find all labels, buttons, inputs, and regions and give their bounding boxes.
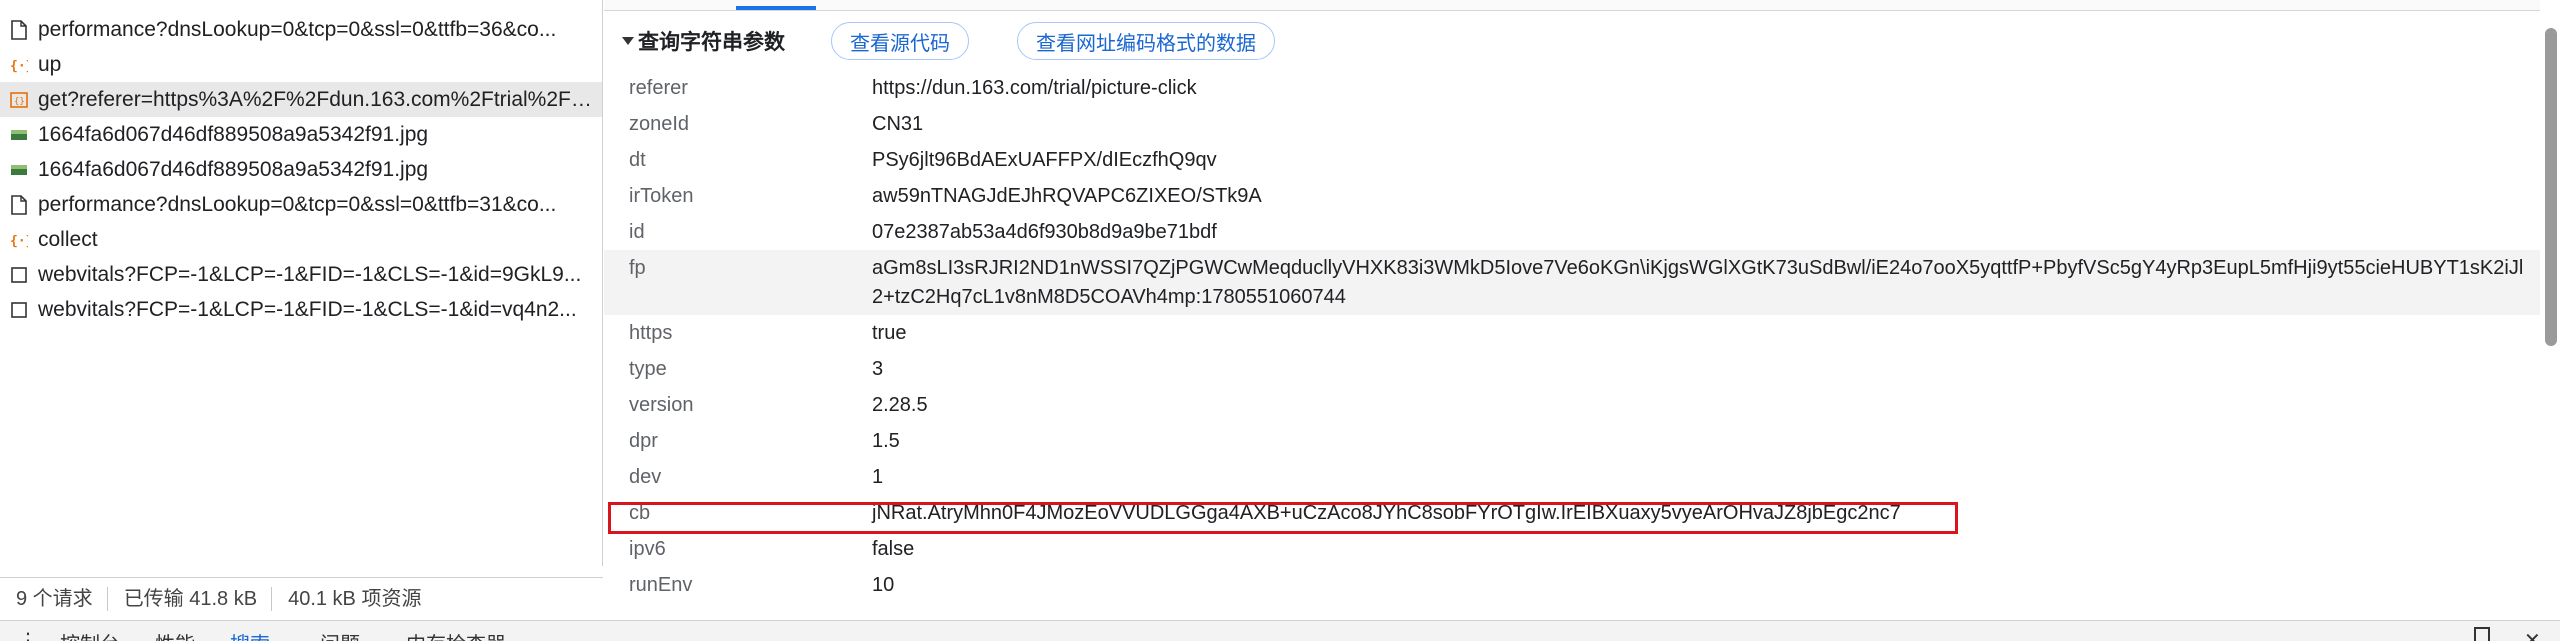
param-value[interactable]: PSy6jlt96BdAExUAFFPX/dIEczfhQ9qv (872, 146, 2544, 175)
param-row-ipv6: ipv6 false (604, 531, 2544, 567)
request-row[interactable]: performance?dnsLookup=0&tcp=0&ssl=0&ttfb… (0, 12, 602, 47)
drawer-tab-search[interactable]: 搜索 (230, 628, 270, 641)
svg-text:{}: {} (14, 97, 25, 107)
drawer-tab-bar: ⋮ 控制台 性能 搜索 问题 内存检查器 ✕ (0, 620, 2560, 641)
payload-pane: 查询字符串参数 查看源代码 查看网址编码格式的数据 referer https:/… (604, 0, 2544, 620)
param-key: type (629, 358, 667, 380)
svg-text:{·}: {·} (10, 234, 28, 249)
param-key: irToken (629, 185, 694, 207)
request-name: collect (38, 227, 98, 251)
param-value[interactable]: 07e2387ab53a4d6f930b8d9a9be71bdf (872, 218, 2544, 247)
request-count: 9 个请求 (0, 586, 108, 611)
param-key: dev (629, 466, 662, 488)
request-name: performance?dnsLookup=0&tcp=0&ssl=0&ttfb… (38, 192, 557, 216)
svg-text:{·}: {·} (10, 59, 28, 74)
param-value[interactable]: true (872, 319, 2544, 348)
param-key: cb (629, 502, 651, 524)
request-name: up (38, 52, 62, 76)
query-params-header: 查询字符串参数 查看源代码 查看网址编码格式的数据 (622, 20, 1275, 62)
param-row-runenv: runEnv 10 (604, 567, 2544, 603)
param-row-zoneid: zoneId CN31 (604, 106, 2544, 142)
param-row-type: type 3 (604, 351, 2544, 387)
request-list-pane: performance?dnsLookup=0&tcp=0&ssl=0&ttfb… (0, 0, 603, 619)
image-icon (10, 125, 28, 145)
param-row-cb: cb jNRat.AtryMhn0F4JMozEoVVUDLGGga4AXB+uC… (604, 495, 2544, 531)
view-url-encoded-button[interactable]: 查看网址编码格式的数据 (1017, 22, 1275, 60)
param-key: zoneId (629, 113, 690, 135)
collapse-triangle-icon (622, 37, 634, 45)
param-key: referer (629, 77, 688, 99)
detail-tabs-strip (604, 0, 2540, 11)
param-key: id (629, 221, 645, 243)
query-params-toggle[interactable]: 查询字符串参数 (622, 26, 785, 56)
param-row-referer: referer https://dun.163.com/trial/picture… (604, 70, 2544, 106)
active-tab-indicator (736, 6, 816, 10)
param-value[interactable]: aGm8sLI3sRJRI2ND1nWSSI7QZjPGWCwMeqduclly… (872, 254, 2544, 312)
param-row-dt: dt PSy6jlt96BdAExUAFFPX/dIEczfhQ9qv (604, 142, 2544, 178)
request-row[interactable]: webvitals?FCP=-1&LCP=-1&FID=-1&CLS=-1&id… (0, 292, 602, 327)
request-name: performance?dnsLookup=0&tcp=0&ssl=0&ttfb… (38, 17, 557, 41)
transferred-size: 已传输 41.8 kB (108, 586, 273, 611)
network-summary-bar: 9 个请求 已传输 41.8 kB 40.1 kB 项资源 (0, 577, 603, 619)
param-row-irtoken: irToken aw59nTNAGJdEJhRQVAPC6ZIXEO/STk9A (604, 178, 2544, 214)
ping-icon (10, 265, 28, 285)
request-name: webvitals?FCP=-1&LCP=-1&FID=-1&CLS=-1&id… (38, 297, 577, 321)
param-key: ipv6 (629, 538, 666, 560)
param-key: https (629, 322, 673, 344)
request-name: get?referer=https%3A%2F%2Fdun.163.com%2F… (38, 87, 598, 111)
request-list: performance?dnsLookup=0&tcp=0&ssl=0&ttfb… (0, 12, 602, 327)
param-value[interactable]: false (872, 535, 2544, 564)
request-row[interactable]: 1664fa6d067d46df889508a9a5342f91.jpg (0, 152, 602, 187)
param-value[interactable]: 2.28.5 (872, 391, 2544, 420)
param-value[interactable]: aw59nTNAGJdEJhRQVAPC6ZIXEO/STk9A (872, 182, 2544, 211)
document-icon (10, 19, 28, 40)
request-row[interactable]: {·} up (0, 47, 602, 82)
param-value[interactable]: jNRat.AtryMhn0F4JMozEoVVUDLGGga4AXB+uCzA… (872, 499, 2544, 528)
resources-size: 40.1 kB 项资源 (288, 587, 422, 610)
image-icon (10, 160, 28, 180)
query-params-title: 查询字符串参数 (638, 31, 785, 54)
request-name: webvitals?FCP=-1&LCP=-1&FID=-1&CLS=-1&id… (38, 262, 582, 286)
view-source-button[interactable]: 查看源代码 (831, 22, 969, 60)
param-key: version (629, 394, 694, 416)
script-icon: {·} (10, 55, 28, 75)
drawer-tab-issues[interactable]: 问题 (320, 628, 360, 641)
param-row-dpr: dpr 1.5 (604, 423, 2544, 459)
param-row-version: version 2.28.5 (604, 387, 2544, 423)
request-row[interactable]: performance?dnsLookup=0&tcp=0&ssl=0&ttfb… (0, 187, 602, 222)
param-key: dpr (629, 430, 658, 452)
request-name: 1664fa6d067d46df889508a9a5342f91.jpg (38, 122, 429, 146)
param-key: runEnv (629, 574, 693, 596)
script-icon: {·} (10, 230, 28, 250)
param-value[interactable]: CN31 (872, 110, 2544, 139)
ping-icon (10, 300, 28, 320)
drawer-tab-memory-inspector[interactable]: 内存检查器 (406, 628, 506, 641)
document-icon (10, 194, 28, 215)
param-key: fp (629, 257, 646, 279)
query-params-table: referer https://dun.163.com/trial/picture… (604, 70, 2544, 603)
param-value[interactable]: https://dun.163.com/trial/picture-click (872, 74, 2544, 103)
drawer-tab-performance[interactable]: 性能 (155, 628, 195, 641)
request-name: 1664fa6d067d46df889508a9a5342f91.jpg (38, 157, 429, 181)
request-row[interactable]: webvitals?FCP=-1&LCP=-1&FID=-1&CLS=-1&id… (0, 257, 602, 292)
close-drawer-icon[interactable]: ✕ (2524, 628, 2541, 641)
param-key: dt (629, 149, 646, 171)
param-value[interactable]: 1 (872, 463, 2544, 492)
dock-side-icon[interactable] (2474, 627, 2490, 641)
request-row[interactable]: 1664fa6d067d46df889508a9a5342f91.jpg (0, 117, 602, 152)
param-row-https: https true (604, 315, 2544, 351)
param-value[interactable]: 10 (872, 571, 2544, 600)
param-row-dev: dev 1 (604, 459, 2544, 495)
drawer-menu-icon[interactable]: ⋮ (18, 628, 38, 641)
request-row[interactable]: {} get?referer=https%3A%2F%2Fdun.163.com%… (0, 82, 602, 117)
param-value[interactable]: 1.5 (872, 427, 2544, 456)
fetch-icon: {} (10, 90, 28, 110)
request-row[interactable]: {·} collect (0, 222, 602, 257)
scrollbar-thumb[interactable] (2545, 28, 2557, 346)
param-row-fp: fp aGm8sLI3sRJRI2ND1nWSSI7QZjPGWCwMeqducl… (604, 250, 2544, 315)
param-value[interactable]: 3 (872, 355, 2544, 384)
drawer-tab-console[interactable]: 控制台 (60, 628, 120, 641)
param-row-id: id 07e2387ab53a4d6f930b8d9a9be71bdf (604, 214, 2544, 250)
